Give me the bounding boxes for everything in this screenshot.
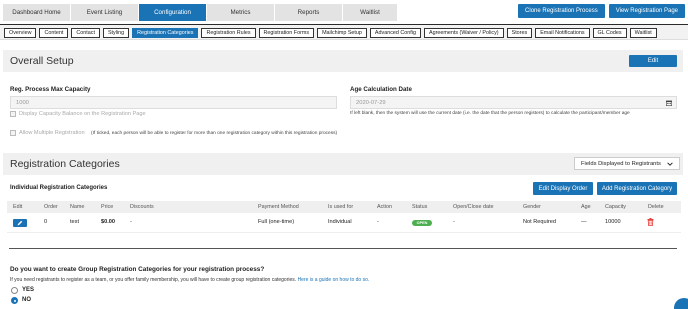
subtab-styling[interactable]: Styling [102,28,130,38]
row-age: — [581,219,587,225]
categories-table-header: Edit Order Name Price Discounts Payment … [7,201,681,213]
subtab-mailchimp-setup[interactable]: Mailchimp Setup [317,28,367,38]
row-order: 0 [44,219,48,225]
col-name: Name [70,204,85,210]
view-registration-page-button[interactable]: View Registration Page [608,4,685,18]
status-badge: OPEN [412,220,432,226]
section-divider [9,248,677,249]
group-help-line: If you need registrants to register as a… [10,277,369,283]
subtab-waitlist[interactable]: Waitlist [629,28,657,38]
col-price: Price [101,204,114,210]
subtab-contact[interactable]: Contact [71,28,100,38]
col-edit: Edit [13,204,23,210]
col-order: Order [44,204,58,210]
row-name: test [70,219,80,225]
edit-overall-setup-button[interactable]: Edit [629,55,677,67]
registration-categories-header: Registration Categories Fields Displayed… [3,153,683,175]
calendar-icon[interactable] [666,100,672,106]
col-discounts: Discounts [130,204,154,210]
subtab-content[interactable]: Content [39,28,69,38]
tab-reports[interactable]: Reports [275,4,343,21]
group-yes-label: YES [22,287,35,293]
allow-multiple-note: (If ticked, each person will be able to … [91,131,338,136]
fields-displayed-label: Fields Displayed to Registrants [581,160,661,167]
edit-display-order-button[interactable]: Edit Display Order [533,182,593,195]
group-help-text: If you need registrants to register as a… [10,277,297,283]
subtab-registration-rules[interactable]: Registration Rules [201,28,256,38]
display-capacity-label: Display Capacity Balance on the Registra… [19,111,146,117]
col-delete: Delete [648,204,664,210]
col-action: Action [377,204,392,210]
row-payment-method: Full (one-time) [258,219,295,225]
tab-metrics[interactable]: Metrics [207,4,275,21]
group-no-label: NO [22,297,31,303]
edit-category-button[interactable] [13,219,27,227]
col-age: Age [581,204,591,210]
subtab-registration-categories[interactable]: Registration Categories [132,28,199,38]
subtab-registration-forms[interactable]: Registration Forms [258,28,315,38]
row-divider [7,232,681,233]
top-nav: Dashboard Home Event Listing Configurati… [0,0,688,24]
age-calc-value: 2020-07-29 [356,99,386,106]
col-gender: Gender [523,204,541,210]
max-capacity-input[interactable]: 1000 [10,96,337,109]
clone-registration-button[interactable]: Clone Registration Process [518,4,605,18]
chevron-down-icon [667,162,673,166]
col-payment-method: Payment Method [258,204,299,210]
col-status: Status [412,204,428,210]
row-used-for: Individual [328,219,352,225]
allow-multiple-label: Allow Multiple Registration [19,130,85,136]
row-open-close: - [453,219,455,225]
tab-event-listing[interactable]: Event Listing [71,4,139,21]
help-chat-button[interactable] [674,298,688,309]
sub-nav: Overview Content Contact Styling Registr… [0,24,688,40]
subtab-agreements[interactable]: Agreements (Waiver / Policy) [423,28,504,38]
allow-multiple-checkbox[interactable] [10,130,16,136]
group-guide-link[interactable]: Here is a guide on how to do so. [298,277,370,283]
subtab-advanced-config[interactable]: Advanced Config [369,28,421,38]
main-tabs: Dashboard Home Event Listing Configurati… [3,4,398,21]
row-action: - [377,219,379,225]
row-price: $0.00 [101,219,115,225]
subtab-email-notifications[interactable]: Email Notifications [535,28,590,38]
row-discounts: - [130,219,132,225]
col-used-for: Is used for [328,204,354,210]
row-gender: Not Required [523,219,556,225]
subtab-stores[interactable]: Stores [506,28,533,38]
overall-setup-title: Overall Setup [10,55,74,67]
subtab-overview[interactable]: Overview [4,28,37,38]
overall-setup-header: Overall Setup Edit [3,50,683,72]
trash-icon[interactable] [647,218,654,226]
pencil-icon [17,220,23,226]
col-open-close: Open/Close date [453,204,494,210]
age-calc-note: If left blank, then the system will use … [350,111,630,116]
add-registration-category-button[interactable]: Add Registration Category [597,182,677,195]
age-calc-input[interactable]: 2020-07-29 [350,96,677,109]
group-question: Do you want to create Group Registration… [10,266,265,273]
fields-displayed-dropdown[interactable]: Fields Displayed to Registrants [574,157,680,170]
age-calc-label: Age Calculation Date [350,86,412,93]
subtab-gl-codes[interactable]: GL Codes [592,28,627,38]
individual-categories-title: Individual Registration Categories [10,185,108,191]
col-capacity: Capacity [605,204,626,210]
row-capacity: 10000 [605,219,621,225]
registration-categories-title: Registration Categories [10,158,120,170]
tab-configuration[interactable]: Configuration [139,4,207,21]
max-capacity-label: Reg. Process Max Capacity [10,86,91,93]
group-no-radio[interactable] [11,297,18,304]
group-yes-radio[interactable] [11,287,18,294]
tab-waitlist[interactable]: Waitlist [343,4,398,21]
display-capacity-checkbox[interactable] [10,111,16,117]
tab-dashboard-home[interactable]: Dashboard Home [3,4,71,21]
